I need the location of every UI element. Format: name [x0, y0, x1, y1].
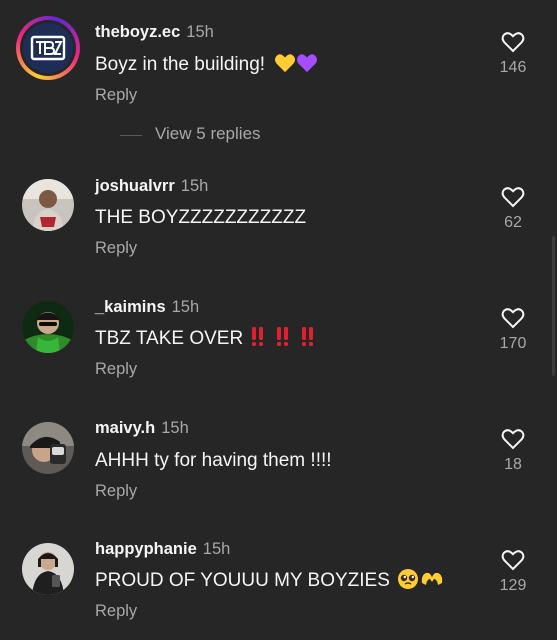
comment-item: _kaimins 15h TBZ TAKE OVER Reply 170	[0, 287, 557, 397]
heart-icon[interactable]	[501, 307, 525, 329]
heart-icon[interactable]	[501, 549, 525, 571]
avatar[interactable]	[22, 543, 74, 595]
reply-button[interactable]: Reply	[95, 360, 137, 379]
avatar[interactable]	[22, 179, 74, 231]
comment-text-body: Boyz in the building!	[95, 54, 266, 75]
like-count: 170	[499, 335, 527, 352]
comment-text-body: TBZ TAKE OVER	[95, 328, 244, 349]
comment-username[interactable]: happyphanie 15h	[95, 540, 230, 559]
user-photo-icon	[22, 301, 74, 353]
pleading-face-icon	[398, 568, 419, 589]
avatar[interactable]	[16, 16, 80, 80]
comment-text: Boyz in the building!	[95, 54, 318, 76]
comment-username[interactable]: joshualvrr 15h	[95, 177, 208, 196]
tbz-logo-icon	[23, 23, 73, 73]
comment-item: happyphanie 15h PROUD OF YOUUU MY BOYZIES…	[0, 529, 557, 640]
user-photo-icon	[22, 422, 74, 474]
comment-item: joshualvrr 15h THE BOYZZZZZZZZZZZ Reply 6…	[0, 165, 557, 275]
like-count: 18	[504, 456, 522, 473]
reply-button[interactable]: Reply	[95, 86, 137, 105]
user-photo-icon	[22, 543, 74, 595]
scrollbar[interactable]	[552, 236, 555, 376]
like-group: 170	[490, 307, 536, 353]
like-group: 129	[490, 549, 536, 595]
comment-time: 15h	[161, 419, 189, 437]
heart-hands-icon	[422, 572, 443, 585]
like-count: 146	[499, 59, 527, 76]
heart-icon[interactable]	[501, 31, 525, 53]
username-text[interactable]: _kaimins	[95, 298, 166, 316]
divider	[120, 135, 142, 136]
reply-button[interactable]: Reply	[95, 482, 137, 501]
avatar[interactable]	[22, 301, 74, 353]
username-text[interactable]: joshualvrr	[95, 177, 175, 195]
avatar[interactable]	[22, 422, 74, 474]
purple-heart-icon	[297, 54, 318, 73]
reply-button[interactable]: Reply	[95, 602, 137, 621]
comment-item: maivy.h 15h AHHH ty for having them !!!! …	[0, 408, 557, 518]
like-count: 62	[504, 214, 522, 231]
user-photo-icon	[22, 179, 74, 231]
comment-text: PROUD OF YOUUU MY BOYZIES	[95, 568, 444, 592]
comment-time: 15h	[171, 298, 200, 316]
username-text[interactable]: happyphanie	[95, 540, 197, 558]
reply-button[interactable]: Reply	[95, 239, 137, 258]
like-count: 129	[499, 577, 527, 594]
like-group: 62	[490, 186, 536, 232]
comment-time: 15h	[202, 540, 231, 558]
comment-username[interactable]: theboyz.ec 15h	[95, 23, 214, 42]
username-text[interactable]: maivy.h	[95, 419, 155, 437]
yellow-heart-icon	[275, 54, 296, 73]
heart-icon[interactable]	[501, 428, 525, 450]
double-exclamation-icon	[252, 326, 314, 346]
comment-text: TBZ TAKE OVER	[95, 326, 322, 350]
view-replies-label[interactable]: View 5 replies	[155, 124, 261, 144]
comment-text: AHHH ty for having them !!!!	[95, 450, 332, 471]
like-group: 18	[490, 428, 536, 474]
like-group: 146	[490, 31, 536, 77]
comment-time: 15h	[186, 23, 214, 41]
comment-username[interactable]: maivy.h 15h	[95, 419, 189, 438]
comment-item: theboyz.ec 15h Boyz in the building! Repl…	[0, 0, 557, 125]
comment-text: THE BOYZZZZZZZZZZZ	[95, 207, 307, 228]
comment-text-body: PROUD OF YOUUU MY BOYZIES	[95, 570, 390, 591]
username-text[interactable]: theboyz.ec	[95, 23, 180, 41]
heart-icon[interactable]	[501, 186, 525, 208]
comment-username[interactable]: _kaimins 15h	[95, 298, 199, 317]
comment-time: 15h	[180, 177, 209, 195]
